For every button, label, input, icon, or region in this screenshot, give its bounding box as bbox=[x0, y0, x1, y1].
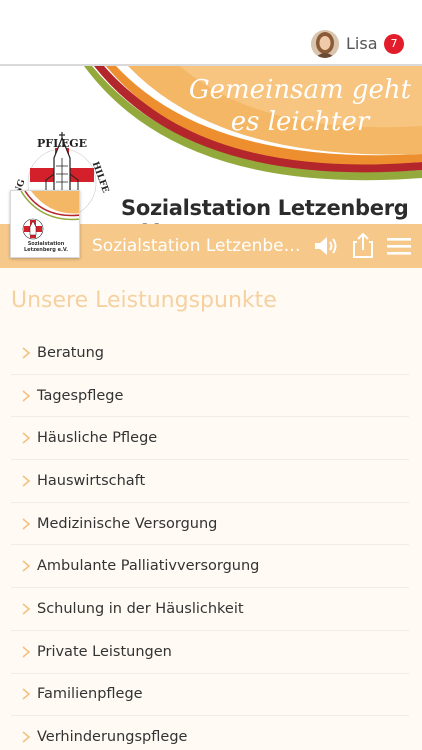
chevron-right-icon bbox=[22, 475, 31, 487]
list-item[interactable]: Familienpflege bbox=[11, 674, 409, 717]
service-list: Beratung Tagespflege Häusliche Pflege Hausw… bbox=[11, 332, 409, 750]
station-name: Sozialstation Letzenberg e.V. bbox=[121, 196, 409, 224]
logo-text-top: PFLEGE bbox=[37, 137, 87, 150]
app-thumbnail[interactable]: Sozialstation Letzenberg e.V. bbox=[10, 190, 80, 258]
chevron-right-icon bbox=[22, 603, 31, 615]
menu-icon[interactable] bbox=[384, 232, 414, 260]
chevron-right-icon bbox=[22, 517, 31, 530]
list-item-label: Tagespflege bbox=[37, 387, 124, 404]
banner-slogan: Gemeinsam geht es leichter bbox=[180, 74, 420, 138]
thumbnail-label: Sozialstation Letzenberg e.V. bbox=[24, 241, 68, 253]
list-item[interactable]: Private Leistungen bbox=[11, 631, 409, 674]
list-item[interactable]: Verhinderungspflege bbox=[11, 716, 409, 750]
list-item[interactable]: Ambulante Palliativversorgung bbox=[11, 545, 409, 589]
list-item-label: Verhinderungspflege bbox=[37, 729, 188, 746]
list-item-label: Familienpflege bbox=[37, 686, 143, 703]
chevron-right-icon bbox=[22, 646, 31, 658]
list-item[interactable]: Schulung in der Häuslichkeit bbox=[11, 588, 409, 631]
page-title: Unsere Leistungspunkte bbox=[11, 288, 277, 313]
chevron-right-icon bbox=[22, 389, 31, 402]
list-item-label: Ambulante Palliativversorgung bbox=[37, 558, 260, 575]
list-item-label: Hauswirtschaft bbox=[37, 472, 146, 489]
speaker-icon[interactable] bbox=[312, 232, 342, 260]
chevron-right-icon bbox=[22, 731, 31, 743]
list-item-label: Häusliche Pflege bbox=[37, 430, 158, 447]
chevron-right-icon bbox=[22, 347, 31, 359]
chevron-right-icon bbox=[22, 432, 31, 444]
chevron-right-icon bbox=[22, 688, 31, 700]
slogan-line-2: es leichter bbox=[230, 107, 370, 137]
avatar-image bbox=[311, 30, 339, 58]
list-item-label: Medizinische Versorgung bbox=[37, 515, 218, 532]
list-item[interactable]: Beratung bbox=[11, 332, 409, 375]
user-name[interactable]: Lisa bbox=[346, 34, 378, 53]
chevron-right-icon bbox=[22, 560, 31, 572]
list-item-label: Schulung in der Häuslichkeit bbox=[37, 600, 244, 617]
list-item[interactable]: Hauswirtschaft bbox=[11, 460, 409, 503]
list-item-label: Private Leistungen bbox=[37, 643, 172, 660]
nav-title: Sozialstation Letzenberg e.V. bbox=[92, 236, 302, 256]
list-item[interactable]: Medizinische Versorgung bbox=[11, 503, 409, 546]
list-item[interactable]: Häusliche Pflege bbox=[11, 417, 409, 461]
main-content: Unsere Leistungspunkte Beratung Tagespfle… bbox=[0, 268, 422, 750]
list-item[interactable]: Tagespflege bbox=[11, 375, 409, 418]
slogan-line-1: Gemeinsam geht bbox=[188, 75, 412, 105]
notification-badge[interactable]: 7 bbox=[384, 34, 404, 54]
list-item-label: Beratung bbox=[37, 344, 104, 361]
share-icon[interactable] bbox=[348, 232, 378, 260]
user-avatar[interactable] bbox=[311, 30, 339, 58]
top-bar: Lisa 7 bbox=[0, 0, 422, 66]
